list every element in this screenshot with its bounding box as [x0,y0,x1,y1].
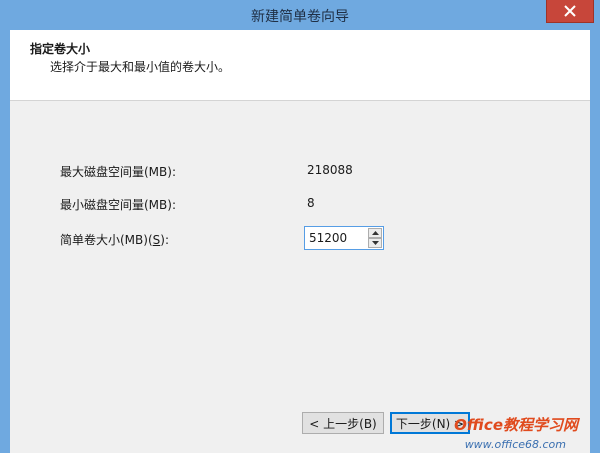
volume-size-input[interactable] [305,227,371,249]
arrow-up-icon [371,231,379,235]
min-space-value: 8 [307,196,315,210]
window-title: 新建简单卷向导 [251,9,349,25]
volume-size-stepper[interactable] [304,226,384,250]
close-icon [564,5,576,17]
increment-button[interactable] [368,228,382,238]
min-space-label: 最小磁盘空间量(MB): [60,198,176,212]
page-subtitle: 选择介于最大和最小值的卷大小。 [50,60,231,74]
back-button[interactable]: < 上一步(B) [302,412,384,434]
decrement-button[interactable] [368,238,382,248]
arrow-down-icon [371,241,379,245]
watermark-brand: Office教程学习网 [454,416,578,434]
wizard-header: 指定卷大小 选择介于最大和最小值的卷大小。 [10,30,590,101]
close-button[interactable] [546,0,594,23]
accesskey-s: S [152,233,161,247]
wizard-body: 指定卷大小 选择介于最大和最小值的卷大小。 最大磁盘空间量(MB): 21808… [10,30,590,453]
title-bar[interactable]: 新建简单卷向导 [0,0,600,30]
volume-size-label: 简单卷大小(MB)(S): [60,233,169,247]
max-space-label: 最大磁盘空间量(MB): [60,165,176,179]
watermark-url: www.office68.com [464,438,566,451]
page-title: 指定卷大小 [30,42,91,56]
max-space-value: 218088 [307,163,353,177]
